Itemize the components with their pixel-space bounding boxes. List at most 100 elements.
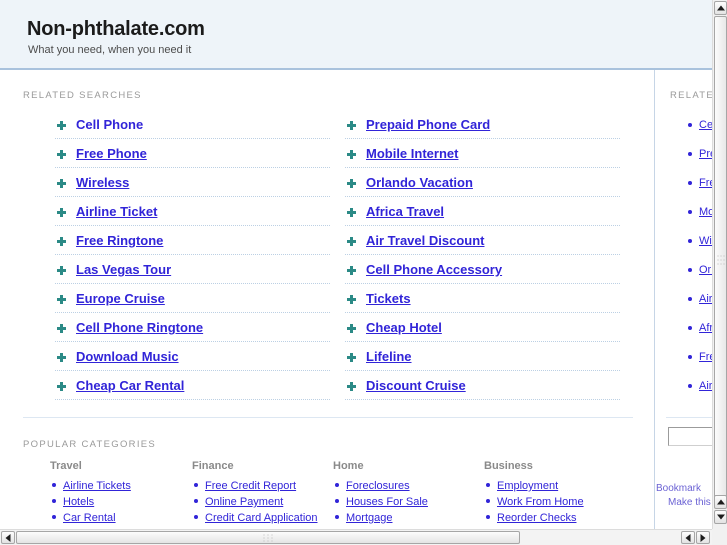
horizontal-scrollbar-thumb[interactable]	[16, 531, 520, 544]
scroll-left-arrow-icon[interactable]	[1, 531, 15, 544]
category-link[interactable]: Online Payment	[205, 496, 283, 508]
related-search-item[interactable]: Cheap Car Rental	[55, 371, 330, 400]
sidebar-related-item[interactable]: Mobile Internet	[686, 197, 712, 226]
category-item[interactable]: Reorder Checks	[484, 509, 634, 525]
sidebar-related-link[interactable]: Free Phone	[699, 177, 712, 189]
sidebar-related-item[interactable]: Africa Travel	[686, 313, 712, 342]
related-search-link[interactable]: Free Phone	[76, 146, 147, 161]
category-item[interactable]: Houses For Sale	[333, 493, 483, 509]
scroll-left-arrow-icon-secondary[interactable]	[681, 531, 695, 544]
related-search-item[interactable]: Las Vegas Tour	[55, 255, 330, 284]
related-search-link[interactable]: Air Travel Discount	[366, 233, 484, 248]
related-search-item[interactable]: Mobile Internet	[345, 139, 620, 168]
related-search-link[interactable]: Prepaid Phone Card	[366, 117, 490, 132]
sidebar-related-link[interactable]: Cell Phone	[699, 119, 712, 131]
related-search-item[interactable]: Free Phone	[55, 139, 330, 168]
scroll-down-arrow-icon[interactable]	[714, 510, 727, 524]
related-search-item[interactable]: Cheap Hotel	[345, 313, 620, 342]
sidebar-related-item[interactable]: Air Travel Discount	[686, 371, 712, 400]
category-link[interactable]: Houses For Sale	[346, 496, 428, 508]
make-homepage-link[interactable]: Make this my homepage	[656, 496, 712, 510]
scroll-up-arrow-icon[interactable]	[714, 1, 727, 15]
related-search-link[interactable]: Europe Cruise	[76, 291, 165, 306]
sidebar-search-input[interactable]	[668, 427, 712, 446]
category-item[interactable]: Free Credit Report	[192, 477, 342, 493]
related-search-item[interactable]: Airline Ticket	[55, 197, 330, 226]
related-search-link[interactable]: Cell Phone Accessory	[366, 262, 502, 277]
category-link[interactable]: Foreclosures	[346, 480, 410, 492]
related-search-item[interactable]: Lifeline	[345, 342, 620, 371]
category-link[interactable]: Credit Card Application	[205, 512, 318, 524]
related-search-link[interactable]: Airline Ticket	[76, 204, 157, 219]
sidebar-related-link[interactable]: Prepaid Phone Card	[699, 148, 712, 160]
related-search-link[interactable]: Download Music	[76, 349, 179, 364]
sidebar-related-link[interactable]: Airline Ticket	[699, 293, 712, 305]
sidebar-related-item[interactable]: Free Ringtone	[686, 342, 712, 371]
category-link[interactable]: Employment	[497, 480, 558, 492]
category-link[interactable]: Airline Tickets	[63, 480, 131, 492]
category-link[interactable]: Reorder Checks	[497, 512, 576, 524]
vertical-scrollbar[interactable]	[712, 0, 727, 529]
category-item[interactable]: Car Rental	[50, 509, 200, 525]
category-item[interactable]: Online Payment	[192, 493, 342, 509]
related-search-item[interactable]: Africa Travel	[345, 197, 620, 226]
sidebar-related-link[interactable]: Wireless	[699, 235, 712, 247]
category-link[interactable]: Work From Home	[497, 496, 584, 508]
category-item[interactable]: Hotels	[50, 493, 200, 509]
sidebar-related-link[interactable]: Free Ringtone	[699, 351, 712, 363]
category-item[interactable]: Employment	[484, 477, 634, 493]
dot-bullet-icon	[688, 181, 692, 185]
related-search-item[interactable]: Wireless	[55, 168, 330, 197]
related-search-item[interactable]: Air Travel Discount	[345, 226, 620, 255]
related-search-link[interactable]: Las Vegas Tour	[76, 262, 171, 277]
category-link[interactable]: Hotels	[63, 496, 94, 508]
related-search-link[interactable]: Tickets	[366, 291, 411, 306]
related-search-link[interactable]: Orlando Vacation	[366, 175, 473, 190]
sidebar-related-link[interactable]: Air Travel Discount	[699, 380, 712, 392]
sidebar-related-item[interactable]: Cell Phone	[686, 110, 712, 139]
related-search-item[interactable]: Download Music	[55, 342, 330, 371]
related-search-item[interactable]: Cell Phone Ringtone	[55, 313, 330, 342]
category-link[interactable]: Free Credit Report	[205, 480, 296, 492]
vertical-scrollbar-thumb[interactable]	[714, 16, 727, 504]
sidebar-related-link[interactable]: Orlando Vacation	[699, 264, 712, 276]
bookmark-link[interactable]: Bookmark	[656, 482, 712, 496]
related-search-item[interactable]: Tickets	[345, 284, 620, 313]
dot-bullet-icon	[52, 515, 56, 519]
sidebar-related-item[interactable]: Free Phone	[686, 168, 712, 197]
category-item[interactable]: Work From Home	[484, 493, 634, 509]
sidebar-related-item[interactable]: Orlando Vacation	[686, 255, 712, 284]
scroll-up-arrow-icon-secondary[interactable]	[714, 495, 727, 509]
related-search-link[interactable]: Mobile Internet	[366, 146, 458, 161]
related-search-link[interactable]: Cell Phone Ringtone	[76, 320, 203, 335]
sidebar-related-item[interactable]: Wireless	[686, 226, 712, 255]
category-link[interactable]: Car Rental	[63, 512, 116, 524]
category-item[interactable]: Airline Tickets	[50, 477, 200, 493]
category-item[interactable]: Mortgage	[333, 509, 483, 525]
category-item[interactable]: Foreclosures	[333, 477, 483, 493]
related-search-link[interactable]: Cheap Car Rental	[76, 378, 184, 393]
scroll-right-arrow-icon[interactable]	[696, 531, 710, 544]
related-search-item[interactable]: Orlando Vacation	[345, 168, 620, 197]
related-search-link[interactable]: Discount Cruise	[366, 378, 466, 393]
related-search-link[interactable]: Africa Travel	[366, 204, 444, 219]
related-search-link[interactable]: Cell Phone	[76, 117, 143, 132]
related-search-item[interactable]: Cell Phone Accessory	[345, 255, 620, 284]
category-link[interactable]: Mortgage	[346, 512, 392, 524]
sidebar-related-item[interactable]: Airline Ticket	[686, 284, 712, 313]
sidebar-related-link[interactable]: Africa Travel	[699, 322, 712, 334]
category-item[interactable]: Credit Card Application	[192, 509, 342, 525]
related-search-item[interactable]: Prepaid Phone Card	[345, 110, 620, 139]
horizontal-scrollbar[interactable]	[0, 529, 712, 545]
related-search-link[interactable]: Wireless	[76, 175, 129, 190]
related-search-link[interactable]: Lifeline	[366, 349, 412, 364]
related-search-link[interactable]: Free Ringtone	[76, 233, 163, 248]
related-search-item[interactable]: Cell Phone	[55, 110, 330, 139]
related-search-item[interactable]: Discount Cruise	[345, 371, 620, 400]
related-search-item[interactable]: Europe Cruise	[55, 284, 330, 313]
dot-bullet-icon	[194, 499, 198, 503]
sidebar-related-link[interactable]: Mobile Internet	[699, 206, 712, 218]
related-search-item[interactable]: Free Ringtone	[55, 226, 330, 255]
related-search-link[interactable]: Cheap Hotel	[366, 320, 442, 335]
sidebar-related-item[interactable]: Prepaid Phone Card	[686, 139, 712, 168]
